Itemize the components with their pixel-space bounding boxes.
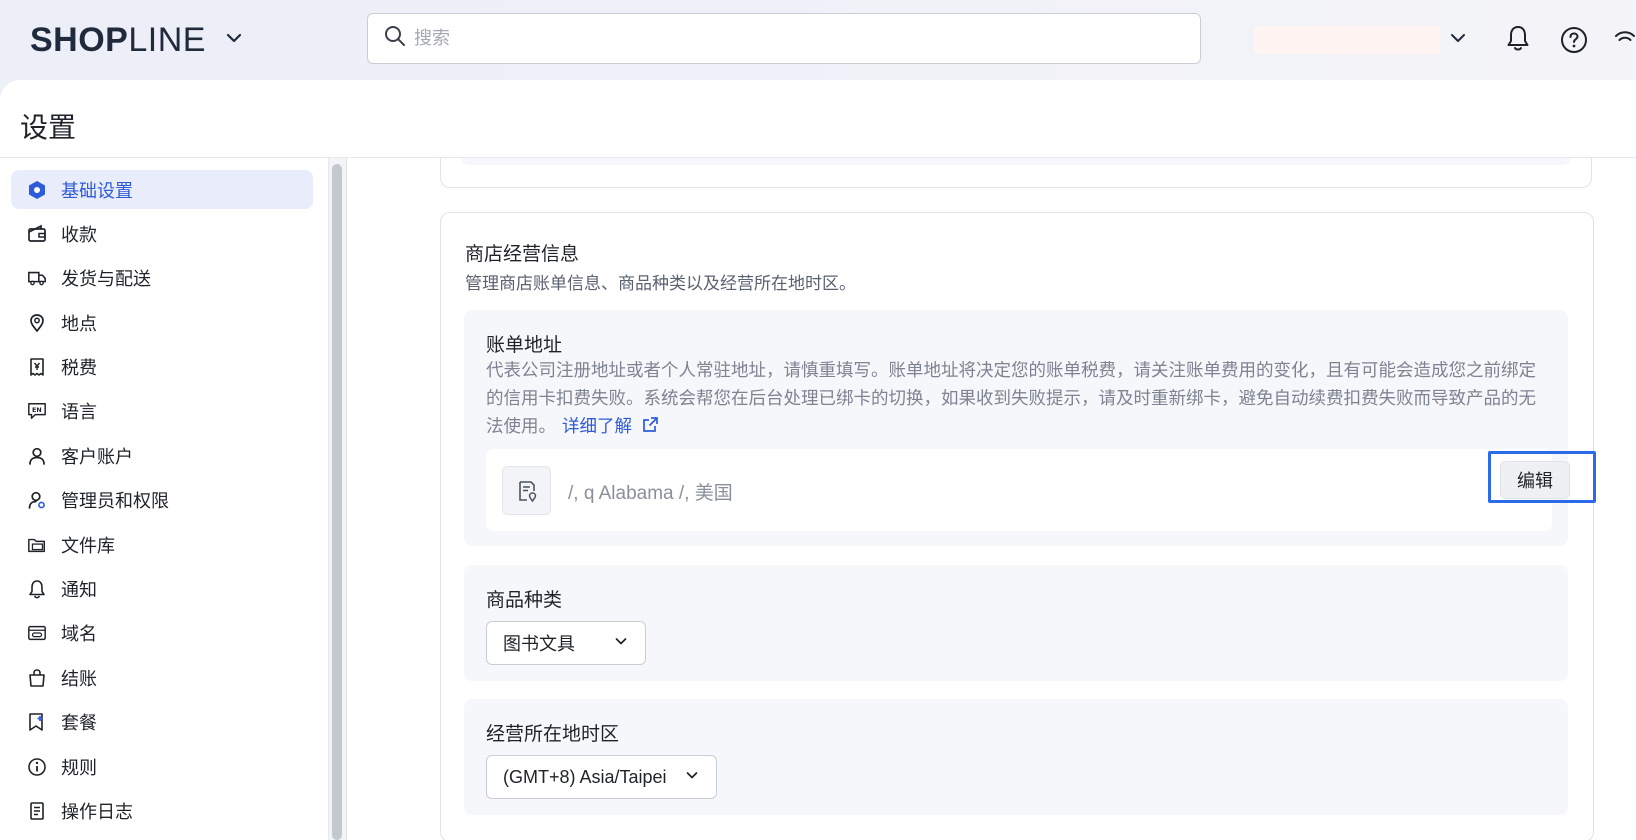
sidebar-scroll-thumb[interactable] — [332, 164, 342, 840]
sidebar-item-label: 结账 — [61, 668, 97, 689]
settings-main-content: 商店经营信息 管理商店账单信息、商品种类以及经营所在地时区。 账单地址 代表公司… — [346, 158, 1636, 840]
business-timezone-panel: 经营所在地时区 (GMT+8) Asia/Taipei — [464, 699, 1568, 815]
sidebar-item-label: 套餐 — [61, 713, 97, 734]
settings-nav: 基础设置 收款 发货与配送 地点 税费 EN 语言 客户账户 管理员和权限 文件… — [11, 170, 313, 836]
plan-icon — [27, 712, 47, 732]
billing-address-description: 代表公司注册地址或者个人常驻地址，请慎重填写。账单地址将决定您的账单税费，请关注… — [486, 356, 1548, 440]
sidebar-item-label: 地点 — [61, 313, 97, 334]
sidebar-item-label: 域名 — [61, 624, 97, 645]
sidebar-item-customer-accounts[interactable]: 客户账户 — [11, 436, 313, 475]
sidebar-item-rules[interactable]: 规则 — [11, 747, 313, 786]
timezone-select[interactable]: (GMT+8) Asia/Taipei — [486, 755, 717, 799]
logo-light-part: LINE — [128, 20, 206, 59]
chevron-down-icon — [684, 767, 700, 788]
sidebar-item-basic-settings[interactable]: 基础设置 — [11, 170, 313, 209]
location-pin-icon — [27, 313, 47, 333]
billing-address-box: /, q Alabama /, 美国 — [486, 449, 1552, 531]
wallet-icon — [27, 224, 47, 244]
svg-text:EN: EN — [32, 407, 42, 414]
sidebar-item-locations[interactable]: 地点 — [11, 303, 313, 342]
sidebar-item-label: 语言 — [61, 402, 97, 423]
sidebar-item-label: 操作日志 — [61, 801, 133, 822]
sidebar-item-label: 文件库 — [61, 535, 115, 556]
product-category-title: 商品种类 — [486, 590, 563, 611]
logo-bold-part: SHOP — [30, 20, 129, 59]
previous-card-panel — [461, 158, 1571, 165]
bell-icon[interactable] — [1505, 24, 1531, 57]
product-category-select[interactable]: 图书文具 — [486, 621, 646, 665]
previous-settings-card — [440, 158, 1592, 188]
chevron-down-icon — [613, 633, 629, 654]
sidebar-item-plans[interactable]: 套餐 — [11, 703, 313, 742]
sidebar-item-language[interactable]: EN 语言 — [11, 392, 313, 431]
sidebar-item-taxes[interactable]: 税费 — [11, 348, 313, 387]
bell-icon — [27, 579, 47, 599]
sidebar-item-admins-permissions[interactable]: 管理员和权限 — [11, 481, 313, 520]
chevron-down-icon[interactable] — [224, 28, 244, 53]
timezone-value: (GMT+8) Asia/Taipei — [503, 766, 667, 787]
edit-billing-address-button[interactable]: 编辑 — [1500, 461, 1570, 499]
log-icon — [27, 801, 47, 821]
billing-address-value: /, q Alabama /, 美国 — [568, 483, 733, 504]
admin-user-icon — [27, 490, 47, 510]
learn-more-label: 详细了解 — [562, 416, 632, 436]
search-input[interactable] — [414, 28, 1174, 49]
user-icon — [27, 446, 47, 466]
language-icon: EN — [27, 401, 47, 421]
business-timezone-title: 经营所在地时区 — [486, 724, 620, 745]
sidebar-item-label: 基础设置 — [61, 180, 133, 201]
sidebar-item-activity-log[interactable]: 操作日志 — [11, 791, 313, 830]
search-bar[interactable] — [367, 13, 1201, 64]
logo-wordmark: SHOP LINE — [30, 21, 206, 60]
sidebar-item-label: 税费 — [61, 358, 97, 379]
chevron-down-icon[interactable] — [1448, 28, 1468, 53]
truck-icon — [27, 268, 47, 288]
sidebar-item-shipping[interactable]: 发货与配送 — [11, 259, 313, 298]
folder-icon — [27, 535, 47, 555]
address-document-icon — [502, 466, 551, 515]
sidebar-item-notifications[interactable]: 通知 — [11, 570, 313, 609]
page-title: 设置 — [20, 112, 77, 143]
sidebar-item-label: 发货与配送 — [61, 269, 151, 290]
sidebar-item-checkout[interactable]: 结账 — [11, 658, 313, 697]
sidebar-item-domains[interactable]: 域名 — [11, 614, 313, 653]
billing-address-title: 账单地址 — [486, 335, 563, 356]
search-icon — [384, 25, 406, 52]
info-icon — [27, 757, 47, 777]
sidebar-item-label: 收款 — [61, 224, 97, 245]
sidebar-scrollbar[interactable] — [328, 158, 346, 840]
receipt-icon — [27, 357, 47, 377]
product-category-value: 图书文具 — [503, 634, 575, 654]
hexagon-icon — [27, 180, 47, 200]
card-description: 管理商店账单信息、商品种类以及经营所在地时区。 — [465, 274, 856, 293]
help-icon[interactable] — [1560, 26, 1588, 59]
sidebar-item-payments[interactable]: 收款 — [11, 214, 313, 253]
sidebar-item-label: 客户账户 — [61, 446, 133, 467]
wifi-icon — [1614, 28, 1636, 55]
shopline-logo[interactable]: SHOP LINE — [30, 18, 244, 62]
page-header: 设置 — [0, 80, 1636, 158]
store-business-info-card: 商店经营信息 管理商店账单信息、商品种类以及经营所在地时区。 账单地址 代表公司… — [440, 212, 1596, 840]
domain-icon — [27, 623, 47, 643]
card-title: 商店经营信息 — [465, 244, 580, 265]
product-category-panel: 商品种类 图书文具 — [464, 565, 1568, 681]
settings-sidebar: 基础设置 收款 发货与配送 地点 税费 EN 语言 客户账户 管理员和权限 文件… — [0, 158, 328, 840]
billing-address-panel: 账单地址 代表公司注册地址或者个人常驻地址，请慎重填写。账单地址将决定您的账单税… — [464, 310, 1596, 546]
sidebar-item-label: 管理员和权限 — [61, 491, 169, 512]
top-bar: SHOP LINE — [0, 0, 1636, 80]
store-name-field[interactable] — [1254, 26, 1440, 54]
shopping-bag-icon — [27, 668, 47, 688]
external-link-icon — [637, 416, 659, 436]
sidebar-item-label: 通知 — [61, 580, 97, 601]
sidebar-item-label: 规则 — [61, 757, 97, 778]
sidebar-item-files[interactable]: 文件库 — [11, 525, 313, 564]
learn-more-link[interactable]: 详细了解 — [562, 416, 659, 436]
